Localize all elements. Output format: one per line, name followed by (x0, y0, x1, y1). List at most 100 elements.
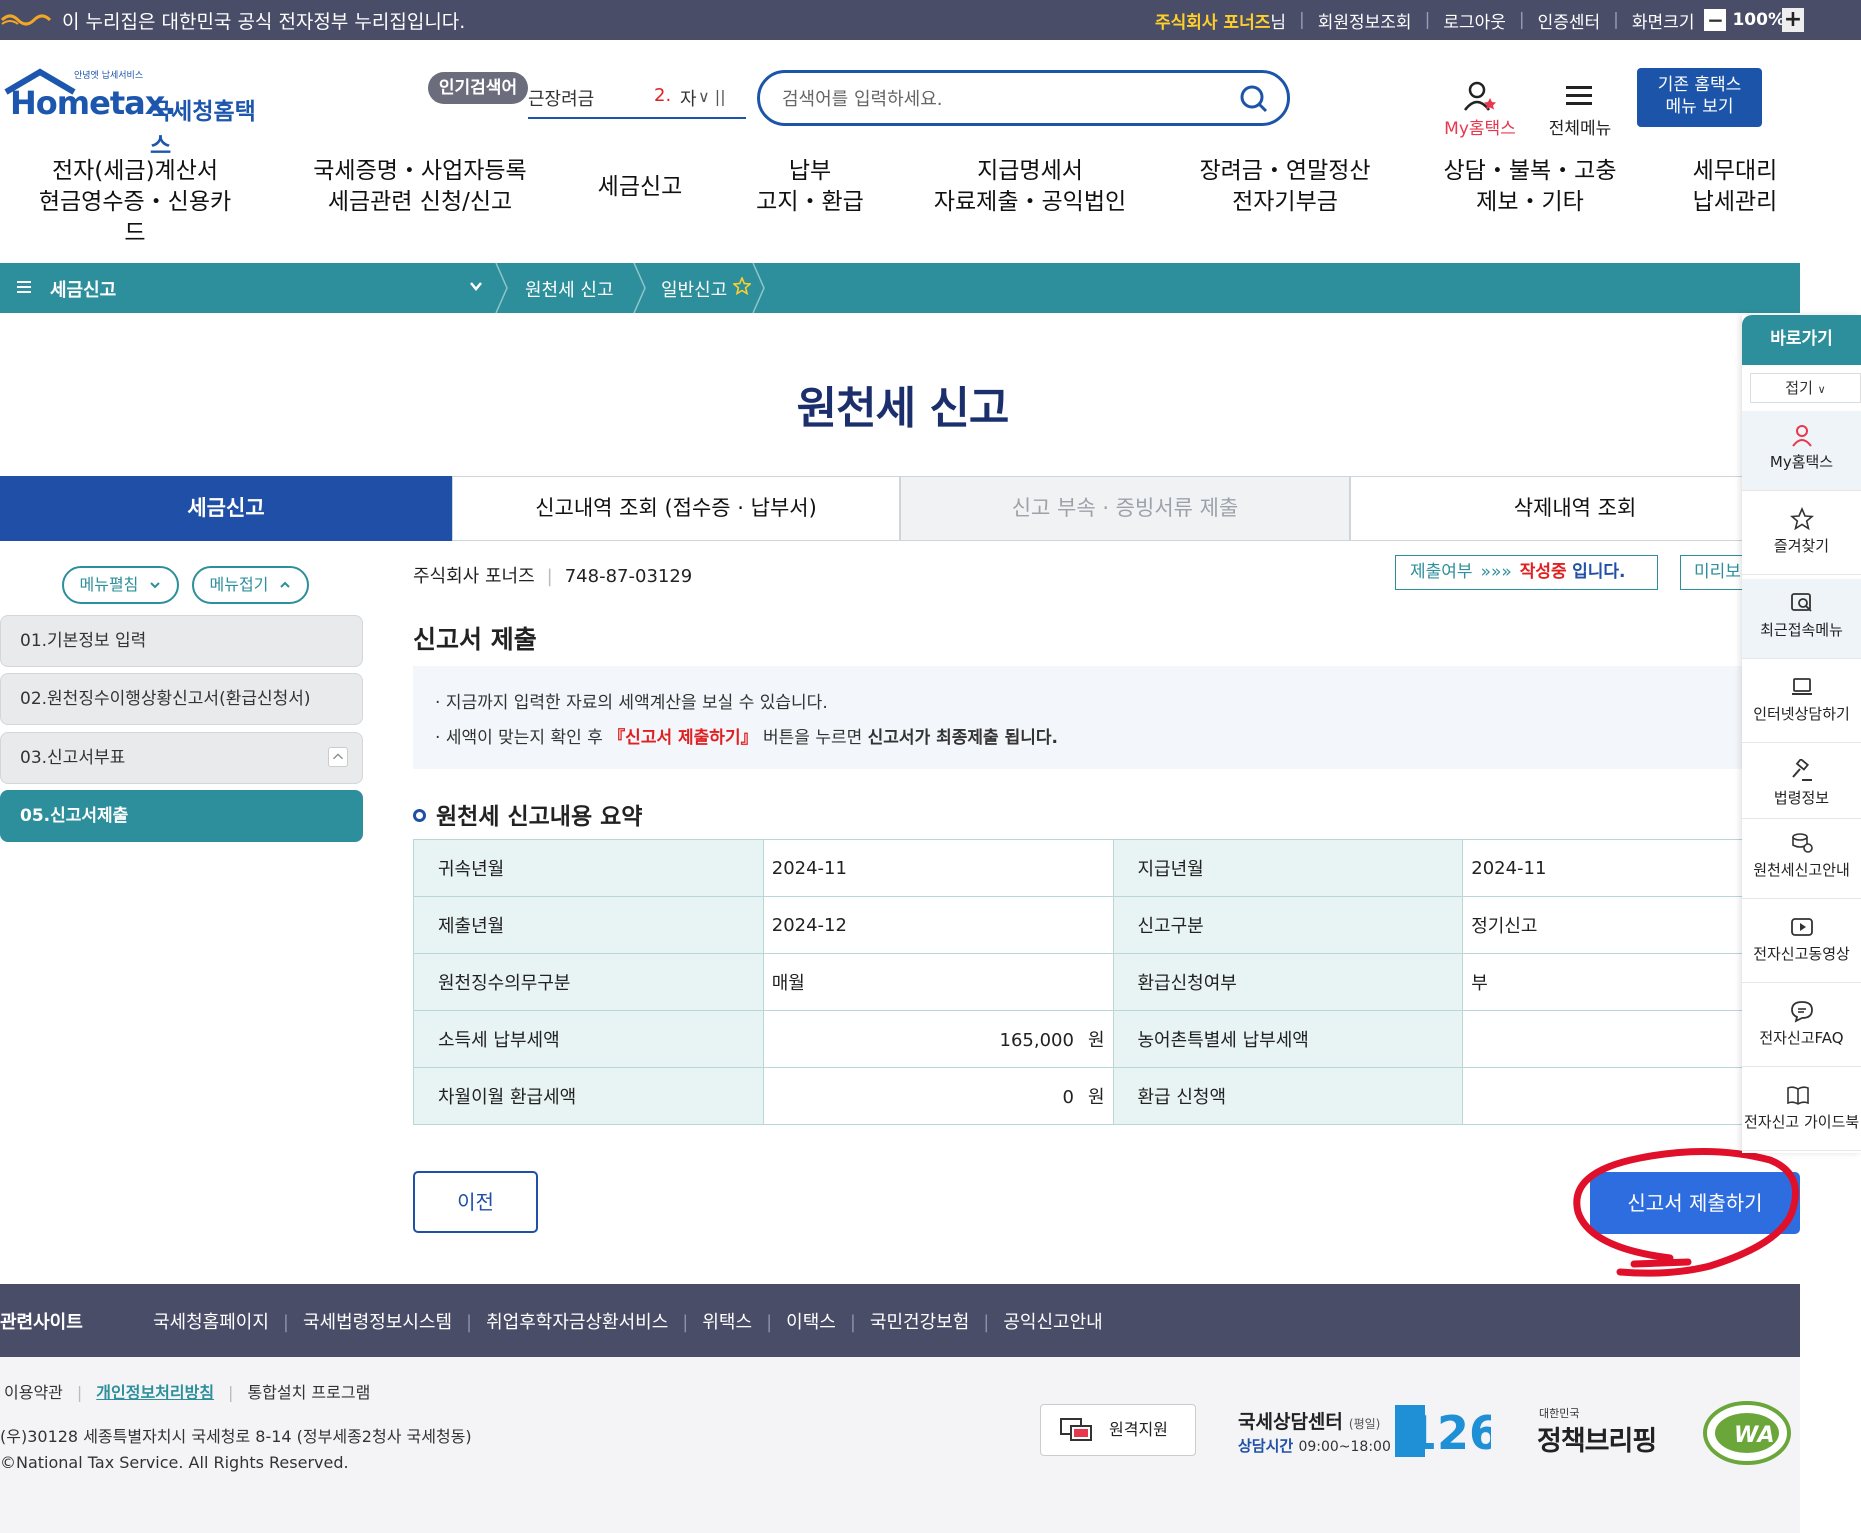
chevron-down-icon[interactable] (468, 278, 484, 294)
quick-withholding-guide[interactable]: 원천세신고안내 (1742, 819, 1861, 899)
status-suffix: 입니다. (1572, 562, 1626, 582)
status-arrows: »»» (1480, 562, 1512, 582)
nav-tax-agent[interactable]: 세무대리 납세관리 (1680, 156, 1790, 218)
footer-link[interactable]: 국세법령정보시스템 (303, 1312, 452, 1333)
breadcrumb-level-1[interactable]: 세금신고 (50, 276, 116, 302)
footer-link[interactable]: 취업후학자금상환서비스 (486, 1312, 668, 1333)
table-row: 제출년월 2024-12 신고구분 정기신고 (413, 896, 1813, 954)
nav-payment-statement[interactable]: 지급명세서 자료제출・공익법인 (930, 156, 1130, 218)
cert-center-link[interactable]: 인증센터 (1538, 8, 1601, 33)
sidebar-item-attached-schedule[interactable]: 03.신고서부표 (0, 732, 363, 784)
user-icon (1791, 425, 1812, 447)
tab-tax-report[interactable]: 세금신고 (0, 476, 452, 541)
company-name: 주식회사 포너즈 (413, 566, 535, 587)
screen-size-label: 화면크기 (1631, 12, 1695, 33)
favorite-star-icon[interactable] (733, 277, 751, 295)
tax-center-hours: 상담시간 09:00~18:00 (1238, 1437, 1391, 1455)
gov-notice-text: 이 누리집은 대한민국 공식 전자정부 누리집입니다. (62, 10, 466, 33)
footer-link[interactable]: 국세청홈페이지 (153, 1312, 269, 1333)
breadcrumb-level-2[interactable]: 원천세 신고 (525, 276, 614, 302)
footer-link[interactable]: 국민건강보험 (870, 1312, 969, 1333)
hamburger-menu-icon[interactable] (1564, 84, 1594, 108)
status-state: 작성중 (1519, 562, 1567, 582)
summary-table: 귀속년월 2024-11 지급년월 2024-11 제출년월 2024-12 신… (413, 839, 1813, 1125)
nav-consult[interactable]: 상담・불복・고충 제보・기타 (1430, 156, 1630, 218)
star-icon (1789, 507, 1814, 531)
summary-value: 매월 (762, 953, 1114, 1011)
my-hometax-icon[interactable] (1463, 80, 1497, 112)
table-row: 원천징수의무구분 매월 환급신청여부 부 (413, 953, 1813, 1011)
main-navigation: 전자(세금)계산서 현금영수증・신용카드 국세증명・사업자등록 세금관련 신청/… (0, 156, 1800, 246)
laptop-icon (1791, 678, 1812, 695)
sidebar-item-withholding-report[interactable]: 02.원천징수이행상황신고서(환급신청서) (0, 673, 363, 725)
quick-my-hometax[interactable]: My홈택스 (1742, 411, 1861, 491)
policy-links: 이용약관 | 개인정보처리방침 | 통합설치 프로그램 (4, 1383, 371, 1402)
terms-link[interactable]: 이용약관 (4, 1383, 63, 1402)
popular-search-word[interactable]: 근장려금 (528, 85, 594, 111)
nav-payment[interactable]: 납부 고지・환급 (740, 156, 880, 218)
install-program-link[interactable]: 통합설치 프로그램 (247, 1383, 370, 1402)
tab-report-history[interactable]: 신고내역 조회 (접수증 · 납부서) (452, 476, 900, 541)
chevron-down-icon (150, 582, 161, 589)
quick-links-fold-button[interactable]: 접기 ∨ (1750, 373, 1861, 403)
nav-tax-report[interactable]: 세금신고 (590, 172, 690, 203)
quick-recent-menu[interactable]: 최근접속메뉴 (1742, 579, 1861, 659)
nav-e-invoice[interactable]: 전자(세금)계산서 현금영수증・신용카드 (30, 156, 240, 249)
sidebar-item-submit[interactable]: 05.신고서제출 (0, 790, 363, 842)
footer-link[interactable]: 공익신고안내 (1003, 1312, 1102, 1333)
quick-internet-consult[interactable]: 인터넷상담하기 (1742, 663, 1861, 743)
summary-title: 원천세 신고내용 요약 (413, 797, 642, 831)
old-menu-line-1: 기존 홈택스 (1657, 75, 1742, 95)
call-center-126-logo: 126 126 (1395, 1405, 1491, 1457)
popular-search-word-2[interactable]: 자 (680, 85, 697, 111)
gov-emblem-icon (0, 14, 52, 26)
quick-faq[interactable]: 전자신고FAQ (1742, 987, 1861, 1067)
quick-video-guide[interactable]: 전자신고동영상 (1742, 903, 1861, 983)
quick-favorites[interactable]: 즐겨찾기 (1742, 495, 1861, 575)
summary-value: 2024-11 (762, 839, 1114, 897)
tab-attachments[interactable]: 신고 부속 · 증빙서류 제출 (900, 476, 1350, 541)
privacy-link[interactable]: 개인정보처리방침 (96, 1383, 214, 1402)
search-icon[interactable] (1239, 84, 1269, 114)
related-sites-bar: 관련사이트 국세청홈페이지 | 국세법령정보시스템 | 취업후학자금상환서비스 | 위택스 |… (0, 1284, 1800, 1357)
summary-value: 0원 (762, 1067, 1114, 1125)
popular-search-controls[interactable]: ∨ || (698, 87, 726, 106)
quick-links-panel: 바로가기 접기 ∨ My홈택스 즐겨찾기 최근접속메뉴 인터넷상담하기 법령정보… (1742, 315, 1861, 1153)
zoom-out-button[interactable]: − (1704, 9, 1727, 31)
chevron-up-icon[interactable] (328, 747, 348, 767)
related-sites-label: 관련사이트 (0, 1312, 83, 1333)
quick-guidebook[interactable]: 전자신고 가이드북 (1742, 1071, 1861, 1151)
menu-collapse-button[interactable]: 메뉴접기 (192, 566, 309, 604)
policy-briefing-logo[interactable]: 대한민국 정책브리핑 (1537, 1405, 1657, 1457)
hometax-logo[interactable]: 안녕엣 납세서비스 Hometax. 국세청홈택스 (4, 68, 274, 159)
company-info: 주식회사 포너즈 | 748-87-03129 (413, 566, 693, 587)
nav-incentive[interactable]: 장려금・연말정산 전자기부금 (1190, 156, 1380, 218)
footer-link[interactable]: 위택스 (702, 1312, 752, 1333)
search-input[interactable] (782, 85, 1222, 113)
sidebar-item-basic-info[interactable]: 01.기본정보 입력 (0, 615, 363, 667)
section-title: 신고서 제출 (413, 625, 537, 654)
breadcrumb-level-3[interactable]: 일반신고 (661, 276, 727, 302)
my-hometax-label[interactable]: My홈택스 (1440, 114, 1520, 139)
zoom-in-button[interactable]: + (1782, 8, 1804, 32)
logo-tagline: 안녕엣 납세서비스 (74, 71, 144, 81)
old-hometax-menu-button[interactable]: 기존 홈택스 메뉴 보기 (1637, 68, 1762, 127)
remote-support-button[interactable]: 원격지원 (1040, 1404, 1196, 1456)
nav-certificates[interactable]: 국세증명・사업자등록 세금관련 신청/신고 (310, 156, 530, 218)
popular-search-badge: 인기검색어 (428, 72, 528, 104)
table-row: 차월이월 환급세액 0원 환급 신청액 (413, 1067, 1813, 1125)
menu-expand-button[interactable]: 메뉴펼침 (62, 566, 179, 604)
summary-label: 차월이월 환급세액 (413, 1067, 764, 1125)
tab-deleted-history[interactable]: 삭제내역 조회 (1350, 476, 1800, 541)
popular-search-underline (528, 117, 746, 119)
summary-value: 2024-12 (762, 896, 1114, 954)
chevron-up-icon (280, 581, 291, 588)
coins-icon (1791, 833, 1813, 853)
quick-law-info[interactable]: 법령정보 (1742, 747, 1861, 819)
footer-link[interactable]: 이택스 (786, 1312, 836, 1333)
breadcrumb-menu-icon[interactable] (17, 280, 31, 294)
all-menu-label[interactable]: 전체메뉴 (1540, 114, 1620, 139)
logout-link[interactable]: 로그아웃 (1443, 8, 1506, 33)
member-info-link[interactable]: 회원정보조회 (1318, 8, 1412, 33)
previous-button[interactable]: 이전 (413, 1171, 538, 1233)
